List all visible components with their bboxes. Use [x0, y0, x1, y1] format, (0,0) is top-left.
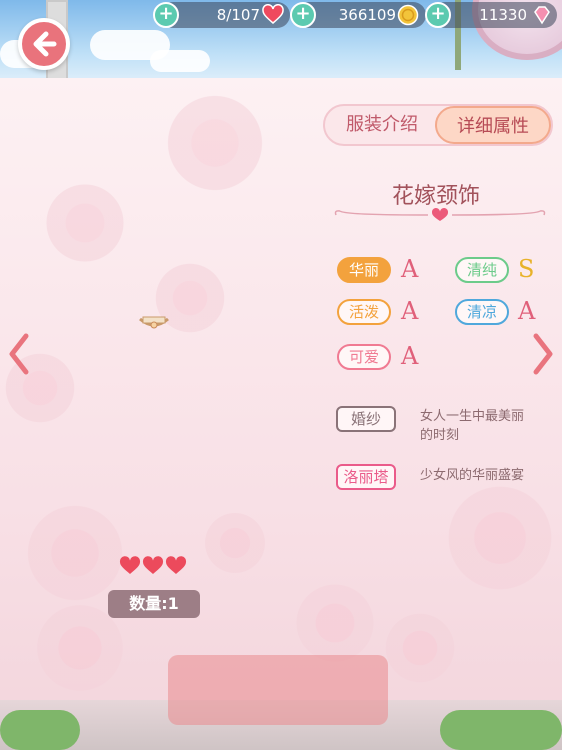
- rating-heart-icon: [142, 556, 164, 574]
- bush-decoration: [440, 710, 562, 750]
- bush-decoration: [0, 710, 80, 750]
- detail-panel: [0, 78, 562, 718]
- attribute-cool-grade: A: [518, 297, 536, 325]
- coin-value: 366109: [338, 6, 396, 24]
- chevron-right-icon[interactable]: [530, 332, 556, 376]
- heart-rating: [119, 556, 187, 574]
- tag-wedding-dress: 婚纱: [336, 406, 396, 432]
- tab-bar: 服装介绍 详细属性: [323, 104, 553, 146]
- attribute-lively: 活泼: [337, 299, 391, 325]
- attribute-cute-grade: A: [401, 342, 419, 370]
- add-stamina-button[interactable]: +: [153, 2, 179, 28]
- quantity-badge: 数量:1: [108, 590, 200, 618]
- tag-wedding-dress-desc: 女人一生中最美丽的时刻: [420, 409, 525, 443]
- chevron-left-icon[interactable]: [6, 332, 32, 376]
- attribute-pure-grade: S: [518, 255, 535, 283]
- back-arrow-icon: [33, 31, 57, 57]
- tag-lolita: 洛丽塔: [336, 464, 396, 490]
- add-coins-button[interactable]: +: [290, 2, 316, 28]
- tag-lolita-desc: 少女风的华丽盛宴: [420, 468, 525, 483]
- rating-heart-icon: [119, 556, 141, 574]
- diamond-value: 11330: [479, 6, 527, 24]
- attribute-lively-grade: A: [401, 297, 419, 325]
- attribute-cute: 可爱: [337, 344, 391, 370]
- back-button[interactable]: [18, 18, 70, 70]
- attribute-pure: 清纯: [455, 257, 509, 283]
- heart-divider: [334, 207, 546, 221]
- heart-icon: [262, 4, 284, 24]
- diamond-icon: [534, 6, 550, 25]
- stamina-value: 8/107: [216, 6, 260, 24]
- necklace-item-icon: [139, 316, 169, 329]
- attribute-gorgeous: 华丽: [337, 257, 391, 283]
- add-diamonds-button[interactable]: +: [425, 2, 451, 28]
- item-name: 花嫁颈饰: [391, 184, 480, 209]
- attribute-gorgeous-grade: A: [401, 255, 419, 283]
- tab-detailed-attributes[interactable]: 详细属性: [435, 106, 551, 144]
- tab-outfit-intro[interactable]: 服装介绍: [327, 106, 437, 144]
- bus-decoration: [168, 655, 388, 725]
- rating-heart-icon: [165, 556, 187, 574]
- coin-icon: [397, 4, 419, 26]
- attribute-cool: 清凉: [455, 299, 509, 325]
